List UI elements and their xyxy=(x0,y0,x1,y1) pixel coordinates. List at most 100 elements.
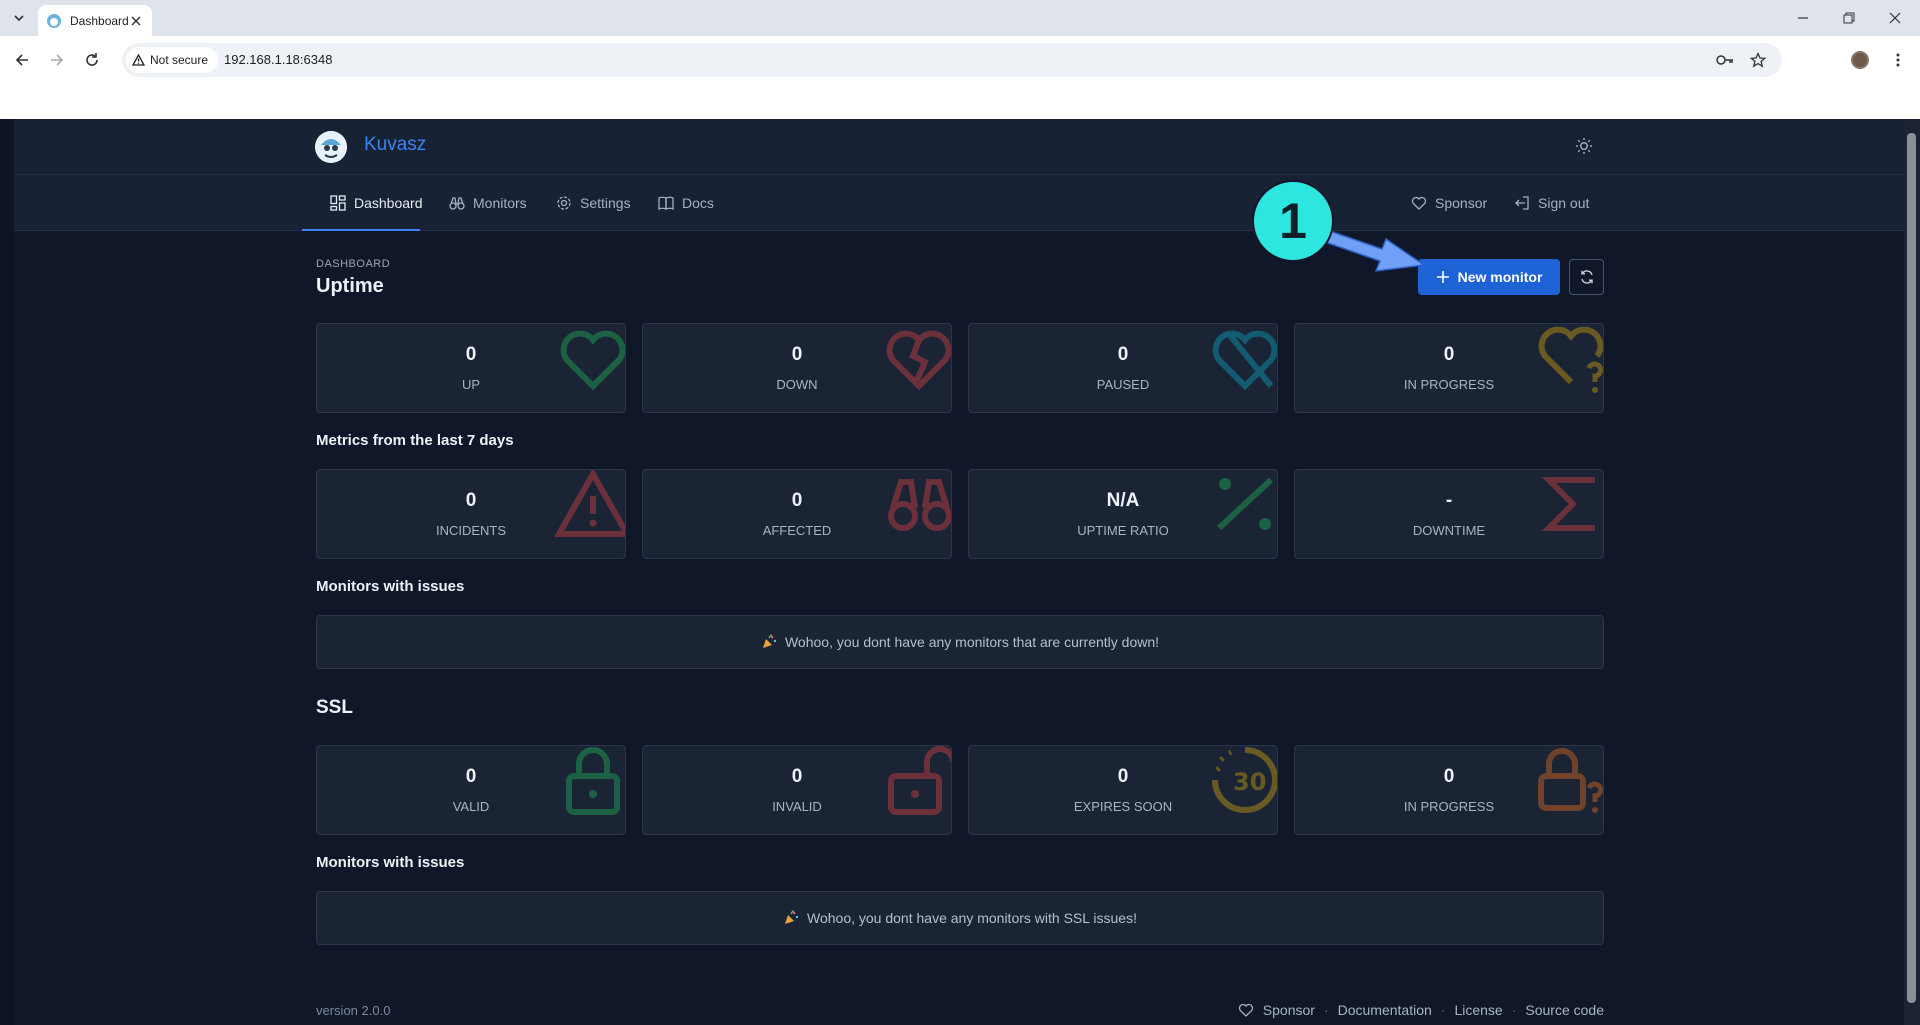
close-tab-icon[interactable] xyxy=(128,13,144,29)
stat-value: 0 xyxy=(1117,344,1129,365)
page: Kuvasz Dashboard Monitors Settings Docs … xyxy=(0,119,1920,1025)
bookmark-star-icon[interactable] xyxy=(1748,50,1768,70)
kuvasz-logo[interactable] xyxy=(315,131,347,163)
party-popper-icon xyxy=(762,634,777,648)
book-icon xyxy=(658,196,674,211)
ssl-value: 0 xyxy=(465,766,477,787)
page-left-margin xyxy=(0,119,14,1025)
ssl-label: VALID xyxy=(452,799,490,814)
footer-link-sponsor[interactable]: Sponsor xyxy=(1263,1002,1315,1018)
footer-links: Sponsor · Documentation · License · Sour… xyxy=(1238,1002,1604,1018)
nav-dashboard[interactable]: Dashboard xyxy=(330,175,423,231)
no-down-monitors-banner: Wohoo, you dont have any monitors that a… xyxy=(316,615,1604,669)
nav-monitors[interactable]: Monitors xyxy=(449,175,527,231)
stat-value: 0 xyxy=(1443,344,1455,365)
footer-link-source-code[interactable]: Source code xyxy=(1525,1002,1604,1018)
footer-separator: · xyxy=(1511,1002,1517,1018)
stat-card-paused: 0 PAUSED xyxy=(968,323,1278,413)
ssl-card-invalid: 0 INVALID xyxy=(642,745,952,835)
tab-title: Dashboard xyxy=(70,13,128,28)
stat-card-in-progress: 0 IN PROGRESS xyxy=(1294,323,1604,413)
new-monitor-button[interactable]: New monitor xyxy=(1418,259,1560,295)
browser-menu-icon[interactable] xyxy=(1888,50,1908,70)
footer-link-documentation[interactable]: Documentation xyxy=(1338,1002,1432,1018)
nav-docs[interactable]: Docs xyxy=(658,175,714,231)
issues-uptime-heading: Monitors with issues xyxy=(316,578,465,595)
active-tab-underline xyxy=(302,229,420,231)
stat-label: UP xyxy=(461,377,481,392)
security-chip[interactable]: Not secure xyxy=(126,47,219,73)
reload-icon[interactable] xyxy=(78,46,106,74)
ssl-value: 0 xyxy=(791,766,803,787)
metric-value: - xyxy=(1445,490,1453,511)
refresh-icon xyxy=(1580,270,1593,284)
logout-icon xyxy=(1515,196,1529,210)
metric-card-affected: 0 AFFECTED xyxy=(642,469,952,559)
kuvasz-favicon-icon xyxy=(46,13,62,29)
blank-strip xyxy=(0,85,1920,119)
ssl-value: 0 xyxy=(1443,766,1455,787)
metric-card-uptime-ratio: N/A UPTIME RATIO xyxy=(968,469,1278,559)
minimize-icon[interactable] xyxy=(1780,0,1826,36)
binoculars-icon xyxy=(449,197,465,210)
footer-separator: · xyxy=(1323,1002,1329,1018)
stat-value: 0 xyxy=(791,344,803,365)
stat-label: PAUSED xyxy=(1096,377,1150,392)
metric-label: DOWNTIME xyxy=(1412,523,1486,538)
nav-sign-out-label: Sign out xyxy=(1538,195,1590,211)
nav-sign-out[interactable]: Sign out xyxy=(1514,175,1589,231)
ssl-label: INVALID xyxy=(772,799,822,814)
url-text[interactable]: 192.168.1.18:6348 xyxy=(224,52,332,67)
sun-icon[interactable] xyxy=(1574,136,1594,156)
ssl-heading: SSL xyxy=(316,697,353,718)
profile-avatar[interactable] xyxy=(1851,51,1869,69)
dashboard-icon xyxy=(330,195,346,211)
plus-icon xyxy=(1436,271,1449,283)
app-nav: Dashboard Monitors Settings Docs Sponsor… xyxy=(14,175,1904,231)
security-label: Not secure xyxy=(150,53,209,67)
metric-label: AFFECTED xyxy=(762,523,832,538)
metrics-heading: Metrics from the last 7 days xyxy=(316,432,514,449)
metric-value: 0 xyxy=(791,490,803,511)
nav-docs-label: Docs xyxy=(682,195,714,211)
page-pretitle: DASHBOARD xyxy=(316,258,391,270)
metric-value: N/A xyxy=(1106,490,1140,511)
no-down-monitors-message: Wohoo, you dont have any monitors that a… xyxy=(784,634,1160,650)
warning-icon xyxy=(132,54,145,66)
tab-list-chevron-icon[interactable] xyxy=(8,7,30,29)
no-ssl-issues-message: Wohoo, you dont have any monitors with S… xyxy=(807,910,1137,926)
nav-settings[interactable]: Settings xyxy=(556,175,631,231)
password-key-icon[interactable] xyxy=(1715,50,1735,70)
ssl-card-valid: 0 VALID xyxy=(316,745,626,835)
browser-tab[interactable]: Dashboard xyxy=(38,5,152,36)
nav-monitors-label: Monitors xyxy=(473,195,527,211)
party-popper-icon xyxy=(785,910,799,924)
nav-dashboard-label: Dashboard xyxy=(354,195,423,211)
footer-version: version 2.0.0 xyxy=(316,1003,391,1018)
app-header: Kuvasz xyxy=(14,119,1904,175)
metric-value: 0 xyxy=(465,490,477,511)
new-monitor-label: New monitor xyxy=(1457,269,1543,285)
brand-name[interactable]: Kuvasz xyxy=(364,134,426,156)
scrollbar-thumb[interactable] xyxy=(1907,133,1916,1003)
back-arrow-icon[interactable] xyxy=(8,46,36,74)
restore-icon[interactable] xyxy=(1826,0,1872,36)
no-ssl-issues-banner: Wohoo, you dont have any monitors with S… xyxy=(316,891,1604,945)
metric-card-incidents: 0 INCIDENTS xyxy=(316,469,626,559)
close-window-icon[interactable] xyxy=(1872,0,1918,36)
ssl-label: IN PROGRESS xyxy=(1403,799,1495,814)
metric-label: UPTIME RATIO xyxy=(1077,523,1169,538)
page-title: Uptime xyxy=(316,275,384,297)
address-bar[interactable] xyxy=(122,43,1782,77)
metric-label: INCIDENTS xyxy=(435,523,507,538)
browser-tabstrip: Dashboard xyxy=(0,0,1920,36)
refresh-button[interactable] xyxy=(1569,259,1604,295)
forward-arrow-icon[interactable] xyxy=(43,46,71,74)
ssl-value: 0 xyxy=(1117,766,1129,787)
footer-separator: · xyxy=(1440,1002,1446,1018)
footer-link-license[interactable]: License xyxy=(1454,1002,1502,1018)
ssl-label: EXPIRES SOON xyxy=(1073,799,1173,814)
stat-label: IN PROGRESS xyxy=(1403,377,1495,392)
ssl-card-expires-soon: 30 0 EXPIRES SOON xyxy=(968,745,1278,835)
annotation-arrow-icon xyxy=(1321,228,1427,272)
